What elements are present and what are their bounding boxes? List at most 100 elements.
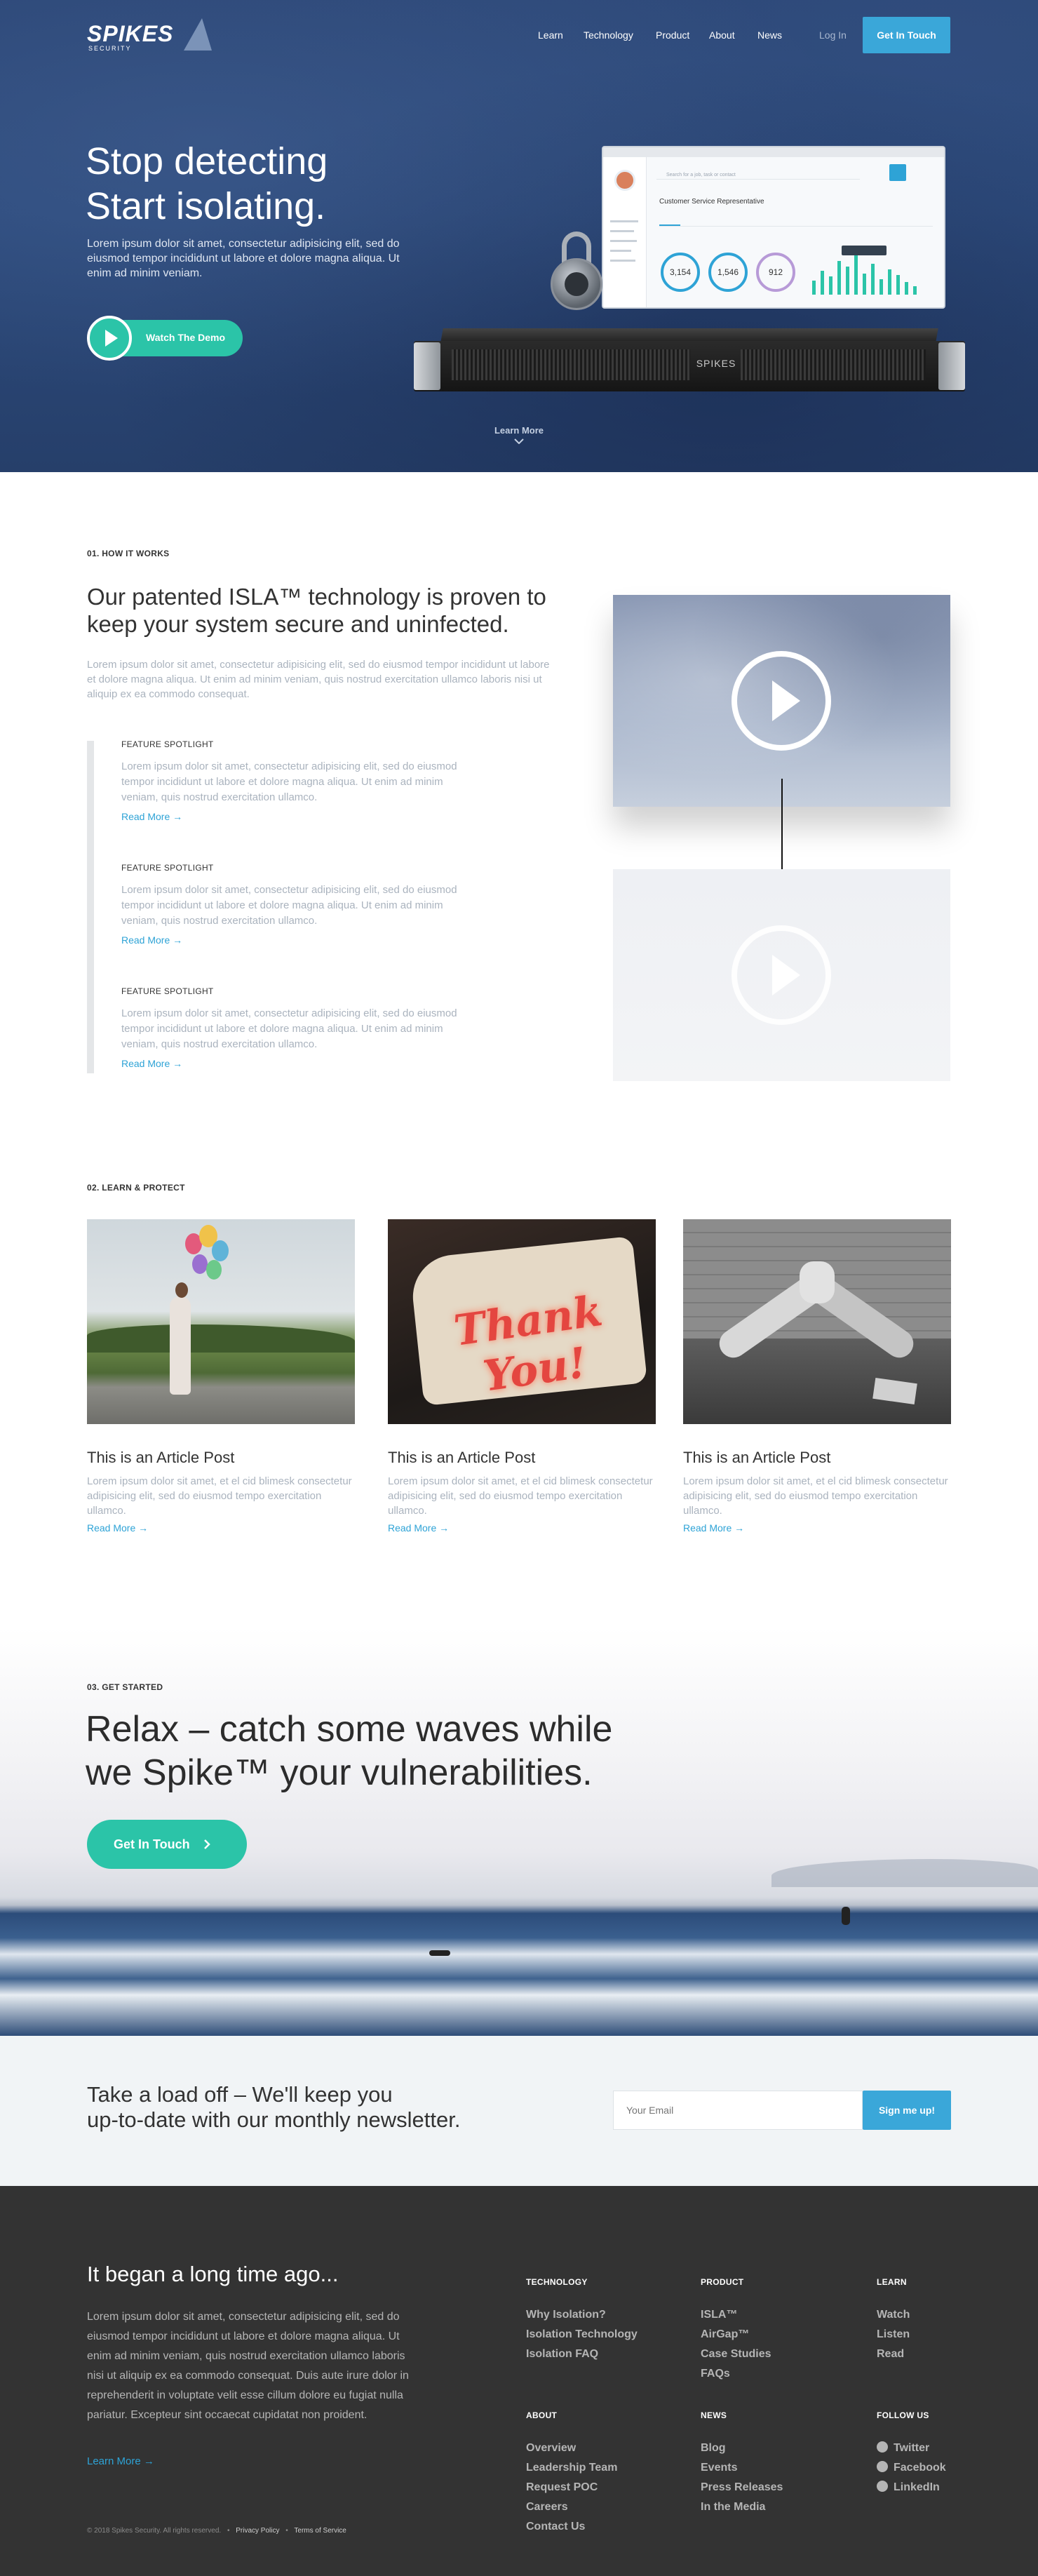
hero-title-line2: Start isolating. — [86, 185, 326, 227]
privacy-policy-link[interactable]: Privacy Policy — [236, 2527, 279, 2535]
footer-link[interactable]: Contact Us — [526, 2517, 680, 2537]
learn-more-link[interactable]: Learn More — [484, 425, 554, 444]
feature-body: Lorem ipsum dolor sit amet, consectetur … — [121, 760, 457, 803]
started-section-label: 03. GET STARTED — [87, 1682, 163, 1692]
feature-item: FEATURE SPOTLIGHT Lorem ipsum dolor sit … — [121, 739, 479, 822]
how-title: Our patented ISLA™ technology is proven … — [87, 584, 546, 637]
how-section-label: 01. HOW IT WORKS — [87, 549, 170, 558]
surfer-figure — [842, 1907, 850, 1925]
facebook-link[interactable]: Facebook — [877, 2458, 1017, 2478]
linkedin-icon — [877, 2481, 888, 2492]
app-add-button — [889, 164, 906, 181]
logo[interactable]: SPIKES SECURITY — [87, 18, 213, 53]
app-stat-ring-3: 912 — [756, 253, 795, 292]
newsletter-line1: Take a load off – We'll keep you — [87, 2082, 393, 2107]
footer-link[interactable]: FAQs — [701, 2364, 855, 2384]
nav-about[interactable]: About — [709, 29, 735, 41]
footer-link[interactable]: Isolation Technology — [526, 2325, 680, 2344]
article-image-neon-sign: Thank You! — [388, 1219, 656, 1424]
footer-link[interactable]: Read — [877, 2344, 1003, 2364]
feature-timeline-bar — [87, 741, 94, 1073]
footer-col-heading: PRODUCT — [701, 2277, 744, 2287]
footer-link[interactable]: AirGap™ — [701, 2325, 855, 2344]
feature-read-more[interactable]: Read More → — [121, 934, 479, 946]
footer-col-about: ABOUT Overview Leadership Team Request P… — [526, 2410, 680, 2537]
footer-link[interactable]: Careers — [526, 2497, 680, 2517]
feature-read-more[interactable]: Read More → — [121, 1058, 479, 1069]
footer-col-technology: TECHNOLOGY Why Isolation? Isolation Tech… — [526, 2277, 680, 2364]
linkedin-link[interactable]: LinkedIn — [877, 2478, 1017, 2497]
feature-item: FEATURE SPOTLIGHT Lorem ipsum dolor sit … — [121, 986, 479, 1069]
footer-link[interactable]: Why Isolation? — [526, 2305, 680, 2325]
watch-demo-button[interactable]: Watch The Demo — [87, 316, 248, 361]
chevron-right-icon — [204, 1839, 210, 1849]
footer-link[interactable]: In the Media — [701, 2497, 855, 2517]
article-read-more[interactable]: Read More → — [87, 1522, 355, 1534]
footer-link[interactable]: Isolation FAQ — [526, 2344, 680, 2364]
play-button-icon[interactable] — [732, 651, 831, 751]
feature-body: Lorem ipsum dolor sit amet, consectetur … — [121, 1007, 457, 1050]
newsletter-section: Take a load off – We'll keep you up-to-d… — [0, 2036, 1038, 2186]
footer-link[interactable]: Events — [701, 2458, 855, 2478]
logo-wordmark: SPIKES — [87, 21, 174, 46]
footer-link[interactable]: Request POC — [526, 2478, 680, 2497]
article-read-more[interactable]: Read More → — [683, 1522, 951, 1534]
article-card[interactable]: Thank You! This is an Article Post Lorem… — [388, 1219, 656, 1534]
feature-title: FEATURE SPOTLIGHT — [121, 739, 214, 749]
hero-section: SPIKES SECURITY Learn Technology Product… — [0, 0, 1038, 472]
footer-link[interactable]: Overview — [526, 2439, 680, 2458]
footer-link[interactable]: Blog — [701, 2439, 855, 2458]
play-triangle-icon — [105, 330, 118, 347]
footer-learn-more[interactable]: Learn More → — [87, 2455, 154, 2467]
article-read-more[interactable]: Read More → — [388, 1522, 656, 1534]
nav-product[interactable]: Product — [656, 29, 689, 41]
get-in-touch-button[interactable]: Get In Touch — [87, 1820, 247, 1869]
avatar — [614, 170, 635, 191]
terms-link[interactable]: Terms of Service — [294, 2527, 346, 2535]
footer-col-news: NEWS Blog Events Press Releases In the M… — [701, 2410, 855, 2517]
get-in-touch-nav-button[interactable]: Get In Touch — [863, 17, 950, 53]
video-card-primary[interactable] — [613, 595, 950, 807]
nav-technology[interactable]: Technology — [584, 29, 633, 41]
hardware-appliance: SPIKES — [414, 328, 965, 394]
app-search-placeholder: Search for a job, task or contact — [666, 173, 736, 177]
footer-link[interactable]: Leadership Team — [526, 2458, 680, 2478]
learn-more-label: Learn More — [494, 425, 544, 436]
footer-col-heading: NEWS — [701, 2410, 727, 2420]
feature-title: FEATURE SPOTLIGHT — [121, 863, 214, 873]
video-card-faded[interactable] — [613, 869, 950, 1081]
article-title[interactable]: This is an Article Post — [683, 1449, 951, 1467]
article-title[interactable]: This is an Article Post — [388, 1449, 656, 1467]
appliance-label: SPIKES — [696, 358, 736, 369]
twitter-icon — [877, 2441, 888, 2453]
footer-link[interactable]: ISLA™ — [701, 2305, 855, 2325]
article-excerpt: Lorem ipsum dolor sit amet, et el cid bl… — [87, 1475, 352, 1517]
nav-learn[interactable]: Learn — [538, 29, 563, 41]
login-link[interactable]: Log In — [819, 29, 847, 41]
surfer-figure — [429, 1950, 450, 1956]
feature-read-more[interactable]: Read More → — [121, 811, 479, 822]
article-excerpt: Lorem ipsum dolor sit amet, et el cid bl… — [683, 1475, 948, 1517]
footer-link[interactable]: Watch — [877, 2305, 1003, 2325]
footer-link[interactable]: Press Releases — [701, 2478, 855, 2497]
footer-col-heading: TECHNOLOGY — [526, 2277, 588, 2287]
started-title-line1: Relax – catch some waves while — [86, 1709, 613, 1750]
footer-link[interactable]: Listen — [877, 2325, 1003, 2344]
app-sidebar — [603, 157, 647, 307]
footer-col-follow: FOLLOW US Twitter Facebook LinkedIn — [877, 2410, 1017, 2497]
article-title[interactable]: This is an Article Post — [87, 1449, 355, 1467]
get-in-touch-label: Get In Touch — [114, 1837, 190, 1851]
newsletter-line2: up-to-date with our monthly newsletter. — [87, 2107, 461, 2132]
article-card[interactable]: This is an Article Post Lorem ipsum dolo… — [87, 1219, 355, 1534]
app-page-title: Customer Service Representative — [659, 198, 764, 206]
article-image-balloons — [87, 1219, 355, 1424]
email-input[interactable] — [613, 2091, 863, 2130]
play-button-icon[interactable] — [732, 925, 831, 1025]
article-card[interactable]: This is an Article Post Lorem ipsum dolo… — [683, 1219, 951, 1534]
copyright: © 2018 Spikes Security. All rights reser… — [87, 2527, 222, 2535]
footer-legal: © 2018 Spikes Security. All rights reser… — [87, 2527, 346, 2535]
footer-link[interactable]: Case Studies — [701, 2344, 855, 2364]
nav-news[interactable]: News — [757, 29, 782, 41]
twitter-link[interactable]: Twitter — [877, 2439, 1017, 2458]
sign-up-button[interactable]: Sign me up! — [863, 2091, 951, 2130]
